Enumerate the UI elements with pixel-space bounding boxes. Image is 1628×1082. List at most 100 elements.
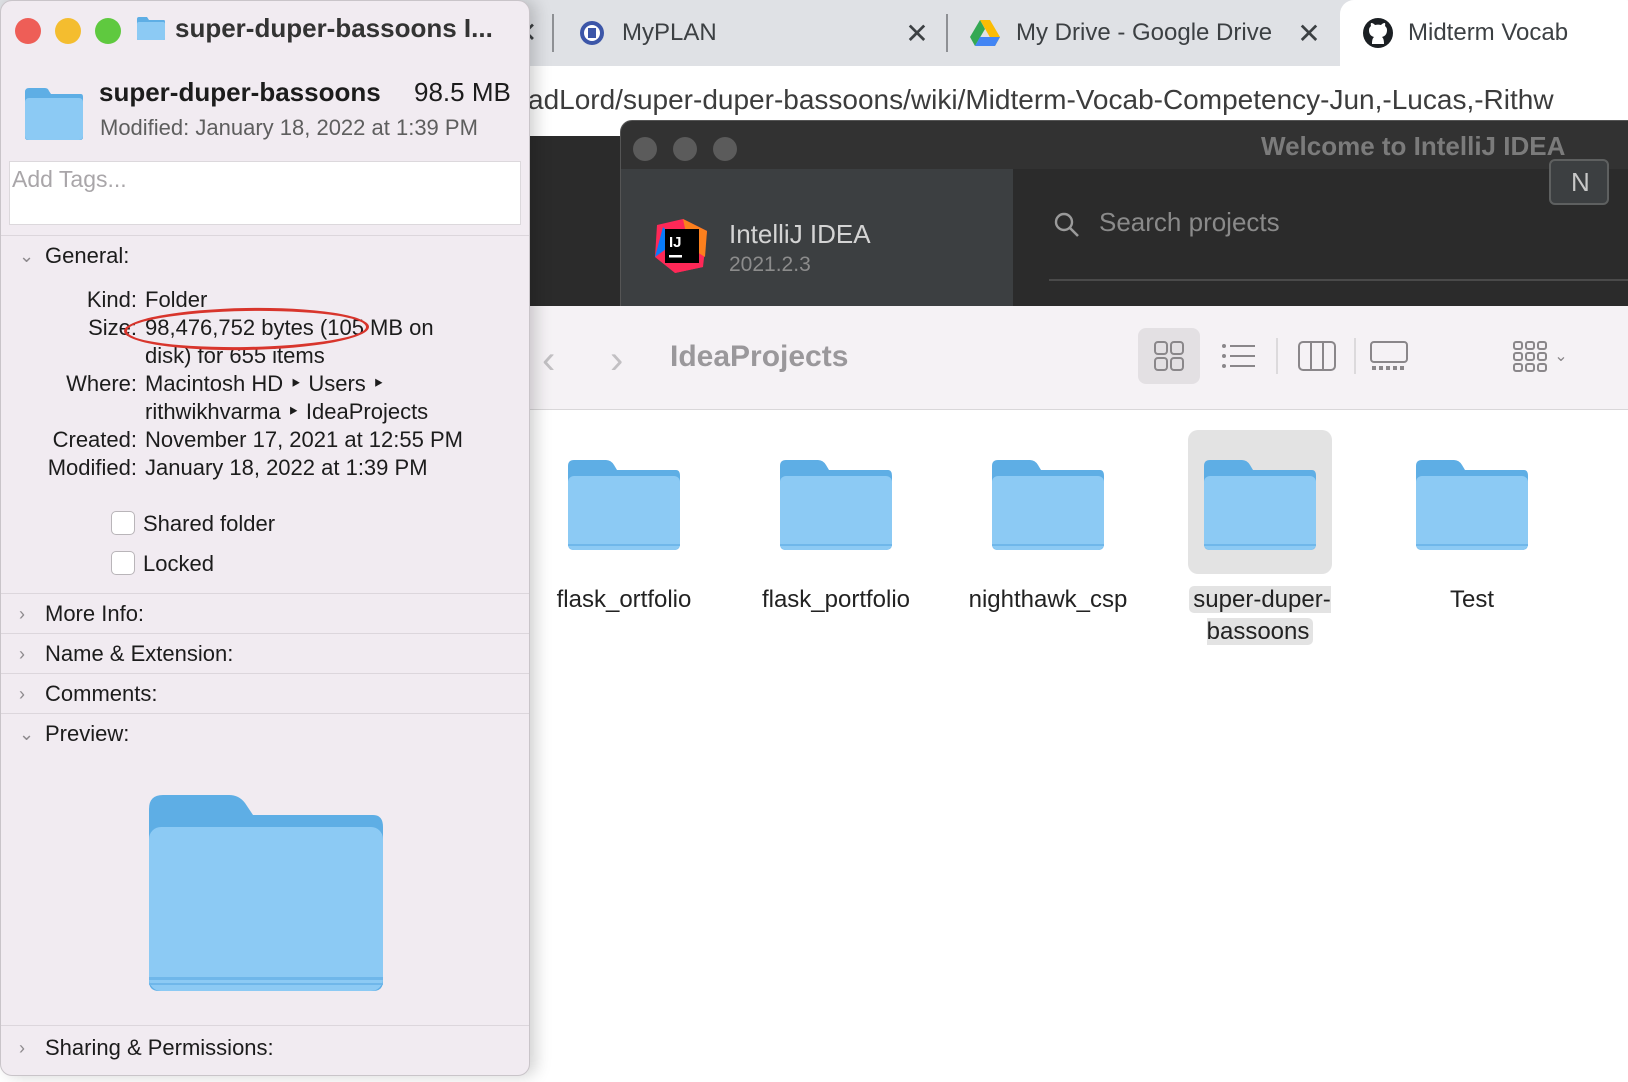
- folder-item[interactable]: nighthawk_csp: [968, 430, 1128, 616]
- intellij-titlebar: Welcome to IntelliJ IDEA: [621, 121, 1628, 169]
- intellij-welcome-window: Welcome to IntelliJ IDEA IJ IntelliJ IDE…: [620, 120, 1628, 309]
- divider: [1, 593, 529, 594]
- intellij-sidebar: IJ IntelliJ IDEA 2021.2.3: [621, 169, 1013, 309]
- info-window-title: super-duper-bassoons I...: [175, 13, 493, 43]
- folder-icon: [1204, 460, 1316, 550]
- created-value: November 17, 2021 at 12:55 PM: [145, 427, 463, 452]
- section-sharing-permissions-label: Sharing & Permissions:: [45, 1035, 274, 1060]
- close-button[interactable]: [15, 18, 41, 44]
- item-modified: Modified: January 18, 2022 at 1:39 PM: [100, 115, 478, 140]
- column-view-icon: [1298, 341, 1336, 371]
- folder-thumbnail: [764, 430, 908, 574]
- tab-separator: [946, 14, 948, 52]
- zoom-button[interactable]: [713, 137, 737, 161]
- search-underline: [1049, 279, 1628, 281]
- folder-icon: [568, 460, 680, 550]
- shared-folder-checkbox[interactable]: [111, 511, 135, 535]
- folder-icon: [137, 17, 165, 40]
- folder-preview-icon: [149, 795, 383, 991]
- new-project-button[interactable]: N: [1549, 159, 1609, 205]
- search-projects-input[interactable]: Search projects: [1099, 207, 1280, 238]
- close-button[interactable]: [633, 137, 657, 161]
- intellij-window-title: Welcome to IntelliJ IDEA: [1261, 131, 1566, 161]
- intellij-version: 2021.2.3: [729, 253, 811, 276]
- folder-thumbnail: [552, 430, 696, 574]
- group-icon: [1513, 341, 1548, 372]
- folder-icon: [1416, 460, 1528, 550]
- folder-item[interactable]: flask_ortfolio: [544, 430, 704, 616]
- chevron-right-icon: ›: [19, 683, 25, 704]
- url-text[interactable]: adLord/super-duper-bassoons/wiki/Midterm…: [528, 84, 1554, 116]
- list-view-icon: [1222, 344, 1255, 368]
- tab-close-button[interactable]: ✕: [902, 17, 932, 50]
- tab-google-drive[interactable]: My Drive - Google Drive ✕: [950, 0, 1340, 66]
- folder-name: flask_ortfolio: [544, 584, 704, 616]
- locked-label: Locked: [143, 551, 214, 576]
- tags-input[interactable]: Add Tags...: [9, 161, 521, 225]
- column-view-button[interactable]: [1286, 328, 1348, 384]
- folder-icon: [992, 460, 1104, 550]
- chevron-right-icon: ›: [19, 603, 25, 624]
- folder-thumbnail: [976, 430, 1120, 574]
- locked-checkbox[interactable]: [111, 551, 135, 575]
- finder-icon-grid: flask_ortfolio flask_portfolio nighthawk…: [510, 410, 1628, 1082]
- google-drive-icon: [970, 20, 1000, 46]
- chevron-right-icon: ›: [19, 1037, 25, 1058]
- item-size: 98.5 MB: [414, 77, 511, 107]
- section-comments[interactable]: › Comments:: [19, 681, 157, 707]
- desktop: ✕ MyPLAN ✕ My Drive - Google Drive ✕: [0, 0, 1628, 1082]
- chevron-down-icon: ⌄: [1554, 348, 1568, 365]
- minimize-button[interactable]: [55, 18, 81, 44]
- finder-window-title: IdeaProjects: [670, 340, 849, 373]
- tab-myplan[interactable]: MyPLAN ✕: [556, 0, 946, 66]
- divider: [1, 1025, 529, 1026]
- intellij-logo-text: IJ: [669, 234, 682, 251]
- folder-name-text: Test: [1449, 586, 1494, 613]
- icon-view-button[interactable]: [1138, 328, 1200, 384]
- list-view-button[interactable]: [1208, 328, 1270, 384]
- folder-name: super-duper- bassoons: [1180, 584, 1340, 648]
- divider: [1, 633, 529, 634]
- intellij-projects-panel: Search projects: [1013, 169, 1628, 309]
- tab-close-button[interactable]: ✕: [1294, 17, 1324, 50]
- folder-name-text: flask_portfolio: [761, 586, 911, 613]
- section-preview-label: Preview:: [45, 721, 130, 746]
- gallery-view-icon: [1370, 341, 1408, 370]
- tab-github-active[interactable]: Midterm Vocab: [1340, 0, 1628, 66]
- section-general[interactable]: ⌄ General:: [19, 243, 129, 269]
- finder-toolbar: ‹ › IdeaProjects ⌄: [510, 306, 1628, 410]
- grid-view-icon: [1154, 341, 1184, 371]
- item-name: super-duper-bassoons: [99, 77, 381, 107]
- section-sharing-permissions[interactable]: › Sharing & Permissions:: [19, 1035, 274, 1061]
- tab-title: Midterm Vocab: [1408, 19, 1569, 46]
- group-by-button[interactable]: ⌄: [1500, 328, 1580, 384]
- back-button[interactable]: ‹: [542, 338, 555, 383]
- minimize-button[interactable]: [673, 137, 697, 161]
- section-preview[interactable]: ⌄ Preview:: [19, 721, 129, 747]
- search-icon: [1054, 212, 1079, 237]
- section-more-info[interactable]: › More Info:: [19, 601, 144, 627]
- folder-name: flask_portfolio: [756, 584, 916, 616]
- shared-folder-label: Shared folder: [143, 511, 276, 536]
- where-value-line1: Macintosh HD ‣ Users ‣: [145, 371, 385, 396]
- tab-separator: [552, 14, 554, 52]
- section-more-info-label: More Info:: [45, 601, 145, 626]
- zoom-button[interactable]: [95, 18, 121, 44]
- chevron-down-icon: ⌄: [19, 245, 35, 266]
- gallery-view-button[interactable]: [1358, 328, 1420, 384]
- folder-item[interactable]: Test: [1392, 430, 1552, 616]
- folder-item[interactable]: flask_portfolio: [756, 430, 916, 616]
- forward-button[interactable]: ›: [610, 338, 623, 383]
- intellij-logo-icon: IJ: [655, 219, 707, 273]
- folder-item-selected[interactable]: super-duper- bassoons: [1180, 430, 1340, 648]
- github-icon: [1363, 18, 1393, 48]
- toolbar-separator: [1276, 338, 1278, 374]
- chevron-down-icon: ⌄: [19, 723, 35, 744]
- folder-icon: [25, 88, 83, 140]
- section-name-extension[interactable]: › Name & Extension:: [19, 641, 233, 667]
- toolbar-separator: [1354, 338, 1356, 374]
- where-value-line2: rithwikhvarma ‣ IdeaProjects: [145, 399, 429, 424]
- folder-name-text: flask_ortfolio: [556, 586, 692, 613]
- section-name-extension-label: Name & Extension:: [45, 641, 234, 666]
- folder-name: nighthawk_csp: [968, 584, 1128, 616]
